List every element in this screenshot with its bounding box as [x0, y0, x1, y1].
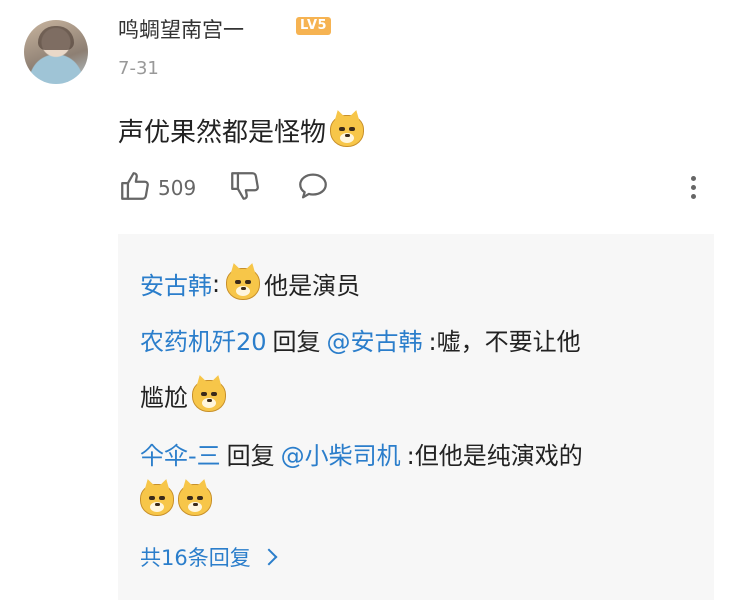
- reply-separator: :: [212, 269, 221, 298]
- comment-actions: 509: [118, 170, 330, 206]
- reply-text: 尴尬: [140, 384, 188, 412]
- view-all-replies-link[interactable]: 共16条回复: [140, 542, 278, 572]
- chat-bubble-icon[interactable]: [296, 169, 330, 207]
- doge-emoji: [192, 379, 226, 412]
- reply-mention[interactable]: @小柴司机: [281, 436, 401, 471]
- thumbs-down-icon[interactable]: [228, 169, 262, 207]
- avatar-hair: [38, 26, 74, 50]
- reply-verb: 回复: [226, 442, 275, 470]
- doge-emoji: [330, 114, 365, 147]
- level-badge: LV5: [296, 17, 332, 35]
- doge-emoji: [178, 484, 212, 516]
- reply-text: :嘘，不要让他: [428, 328, 581, 356]
- reply-username[interactable]: 仐伞-三: [140, 436, 221, 471]
- reply-preview-box[interactable]: 安古韩 : 他是演员 农药机歼20 回复 @安古韩 :嘘，不要让他 尴尬 仐伞-…: [118, 234, 714, 600]
- like-count: 509: [158, 176, 197, 200]
- reply-mention[interactable]: @安古韩: [327, 322, 423, 357]
- comment-username[interactable]: 鸣蜩望南宫一: [118, 14, 244, 44]
- comment-body: 声优果然都是怪物: [118, 112, 365, 149]
- reply-2-continuation: 尴尬: [140, 378, 226, 413]
- thumbs-up-icon[interactable]: [118, 169, 152, 207]
- reply-verb: 回复: [272, 328, 321, 356]
- reply-username[interactable]: 安古韩: [140, 266, 212, 301]
- reply-3[interactable]: 仐伞-三 回复 @小柴司机 :但他是纯演戏的: [140, 436, 583, 471]
- reply-text: 他是演员: [264, 272, 361, 300]
- reply-1[interactable]: 安古韩 : 他是演员: [140, 266, 360, 301]
- more-replies-label: 共16条回复: [140, 546, 251, 570]
- avatar[interactable]: [24, 20, 88, 84]
- reply-2[interactable]: 农药机歼20 回复 @安古韩 :嘘，不要让他: [140, 322, 581, 357]
- reply-username[interactable]: 农药机歼20: [140, 322, 267, 357]
- doge-emoji: [140, 484, 174, 516]
- comment-text: 声优果然都是怪物: [118, 118, 327, 148]
- comment-date: 7-31: [118, 58, 159, 79]
- doge-emoji: [226, 267, 261, 300]
- more-vertical-icon[interactable]: [683, 173, 703, 203]
- reply-text: :但他是纯演戏的: [406, 442, 583, 470]
- chevron-right-icon: [260, 548, 278, 566]
- reply-3-continuation: [140, 484, 212, 516]
